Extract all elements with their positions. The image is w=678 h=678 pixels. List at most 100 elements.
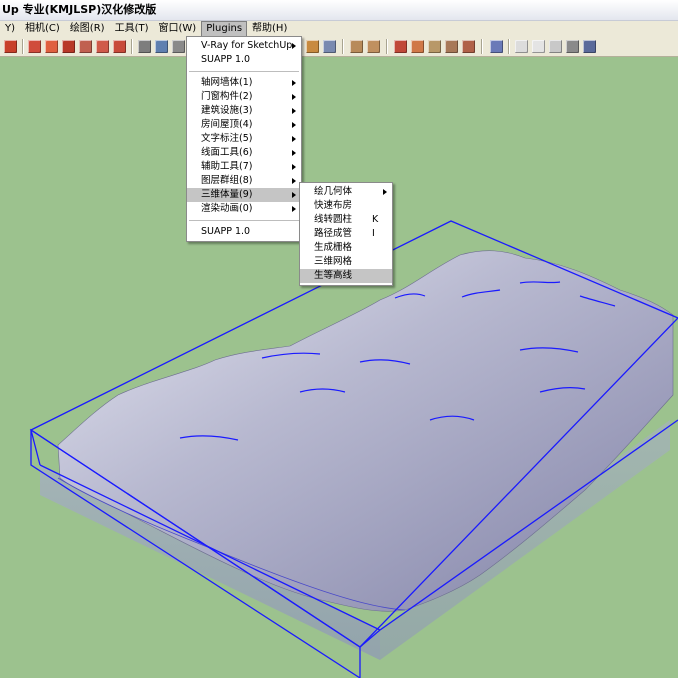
menu-tools[interactable]: 工具(T) — [110, 21, 154, 37]
plugins-menu: V-Ray for SketchUp SUAPP 1.0 轴网墙体(1) 门窗构… — [186, 36, 302, 242]
section-plane-icon[interactable] — [394, 40, 407, 53]
menu-item-label: 快速布房 — [314, 200, 353, 211]
wireframe-icon[interactable] — [532, 40, 545, 53]
position-camera-icon[interactable] — [428, 40, 441, 53]
menu-item-label: 生等高线 — [314, 270, 353, 281]
submenu-arrow-icon — [292, 192, 296, 198]
menu-item-label: V-Ray for SketchUp — [201, 40, 293, 51]
submenu-arrow-icon — [383, 189, 387, 195]
menu-item-label: 三维体量(9) — [201, 189, 253, 200]
menu-item-label: 门窗构件(2) — [201, 91, 253, 102]
menu-item-label: 建筑设施(3) — [201, 105, 253, 116]
hidden-line-icon[interactable] — [549, 40, 562, 53]
select-tool-icon[interactable] — [4, 40, 17, 53]
paint-bucket-icon[interactable] — [62, 40, 75, 53]
submenu-arrow-icon — [292, 80, 296, 86]
look-around-icon[interactable] — [445, 40, 458, 53]
submenu-item-line-to-cylinder[interactable]: 线转圆柱 K — [300, 213, 392, 227]
menu-separator — [189, 220, 299, 221]
front-view-icon[interactable] — [367, 40, 380, 53]
toolbar-separator — [386, 39, 388, 54]
submenu-item-generate-grid[interactable]: 生成栅格 — [300, 241, 392, 255]
menu-bar: Y) 相机(C) 绘图(R) 工具(T) 窗口(W) Plugins 帮助(H) — [0, 21, 678, 38]
toolbar-separator — [508, 39, 510, 54]
menu-item-3d-volume[interactable]: 三维体量(9) — [187, 188, 301, 202]
submenu-arrow-icon — [292, 122, 296, 128]
submenu-arrow-icon — [292, 150, 296, 156]
menu-item-line-face[interactable]: 线面工具(6) — [187, 146, 301, 160]
menu-item-axis-wall[interactable]: 轴网墙体(1) — [187, 76, 301, 90]
submenu-3d-volume: 绘几何体 快速布房 线转圆柱 K 路径成管 I 生成栅格 三维网格 生等高线 — [299, 182, 393, 286]
menu-item-label: 线面工具(6) — [201, 147, 253, 158]
submenu-arrow-icon — [292, 164, 296, 170]
shaded-icon[interactable] — [566, 40, 579, 53]
menu-item-label: 轴网墙体(1) — [201, 77, 253, 88]
title-bar: Up 专业(KMJLSP)汉化修改版 — [0, 0, 678, 21]
submenu-arrow-icon — [292, 136, 296, 142]
iso-view-icon[interactable] — [490, 40, 503, 53]
menu-help[interactable]: 帮助(H) — [247, 21, 292, 37]
offset-icon[interactable] — [96, 40, 109, 53]
menu-window[interactable]: 窗口(W) — [154, 21, 202, 37]
menu-item-label: 绘几何体 — [314, 186, 353, 197]
push-pull-icon[interactable] — [79, 40, 92, 53]
rotate-icon[interactable] — [113, 40, 126, 53]
toolbar-separator — [481, 39, 483, 54]
menu-item-label: 图层群组(8) — [201, 175, 253, 186]
menu-item-label: 辅助工具(7) — [201, 161, 253, 172]
menu-plugins[interactable]: Plugins — [201, 21, 248, 37]
terrain-surface — [57, 250, 674, 612]
xray-icon[interactable] — [515, 40, 528, 53]
pencil-icon[interactable] — [28, 40, 41, 53]
window-title: Up 专业(KMJLSP)汉化修改版 — [2, 3, 157, 16]
shadow-icon[interactable] — [462, 40, 475, 53]
menu-item-vray[interactable]: V-Ray for SketchUp — [187, 39, 301, 53]
menu-view[interactable]: Y) — [0, 21, 20, 37]
pan-icon[interactable] — [172, 40, 185, 53]
menu-item-label: 文字标注(5) — [201, 133, 253, 144]
submenu-arrow-icon — [292, 108, 296, 114]
menu-item-suapp[interactable]: SUAPP 1.0 — [187, 53, 301, 67]
menu-shortcut: I — [372, 228, 375, 239]
top-view-icon[interactable] — [350, 40, 363, 53]
menu-item-label: 线转圆柱 — [314, 214, 353, 225]
menu-separator — [189, 71, 299, 72]
menu-item-suapp-2[interactable]: SUAPP 1.0 — [187, 225, 301, 239]
menu-item-building-facility[interactable]: 建筑设施(3) — [187, 104, 301, 118]
menu-item-label: 生成栅格 — [314, 242, 353, 253]
submenu-arrow-icon — [292, 43, 296, 49]
walk-icon[interactable] — [411, 40, 424, 53]
menu-item-label: 房间屋顶(4) — [201, 119, 253, 130]
orbit-icon[interactable] — [155, 40, 168, 53]
submenu-item-geometry[interactable]: 绘几何体 — [300, 185, 392, 199]
menu-item-label: SUAPP 1.0 — [201, 54, 251, 65]
toolbar — [0, 37, 678, 57]
submenu-item-quick-room[interactable]: 快速布房 — [300, 199, 392, 213]
menu-item-text-annotation[interactable]: 文字标注(5) — [187, 132, 301, 146]
zoom-extents-icon[interactable] — [323, 40, 336, 53]
menu-item-layer-group[interactable]: 图层群组(8) — [187, 174, 301, 188]
model-viewport[interactable] — [0, 57, 678, 678]
eraser-icon[interactable] — [45, 40, 58, 53]
submenu-item-path-to-pipe[interactable]: 路径成管 I — [300, 227, 392, 241]
submenu-arrow-icon — [292, 178, 296, 184]
menu-item-label: SUAPP 1.0 — [201, 226, 251, 237]
menu-item-door-window[interactable]: 门窗构件(2) — [187, 90, 301, 104]
submenu-arrow-icon — [292, 206, 296, 212]
tape-measure-icon[interactable] — [138, 40, 151, 53]
menu-item-helper-tools[interactable]: 辅助工具(7) — [187, 160, 301, 174]
submenu-item-3d-mesh[interactable]: 三维网格 — [300, 255, 392, 269]
menu-item-room-roof[interactable]: 房间屋顶(4) — [187, 118, 301, 132]
toolbar-separator — [342, 39, 344, 54]
menu-draw[interactable]: 绘图(R) — [65, 21, 110, 37]
submenu-arrow-icon — [292, 94, 296, 100]
zoom-icon[interactable] — [306, 40, 319, 53]
menu-item-label: 渲染动画(0) — [201, 203, 253, 214]
menu-camera[interactable]: 相机(C) — [20, 21, 65, 37]
submenu-item-contour-lines[interactable]: 生等高线 — [300, 269, 392, 283]
menu-item-render-animation[interactable]: 渲染动画(0) — [187, 202, 301, 216]
menu-item-label: 路径成管 — [314, 228, 353, 239]
shaded-textures-icon[interactable] — [583, 40, 596, 53]
toolbar-separator — [22, 39, 24, 54]
toolbar-separator — [131, 39, 133, 54]
